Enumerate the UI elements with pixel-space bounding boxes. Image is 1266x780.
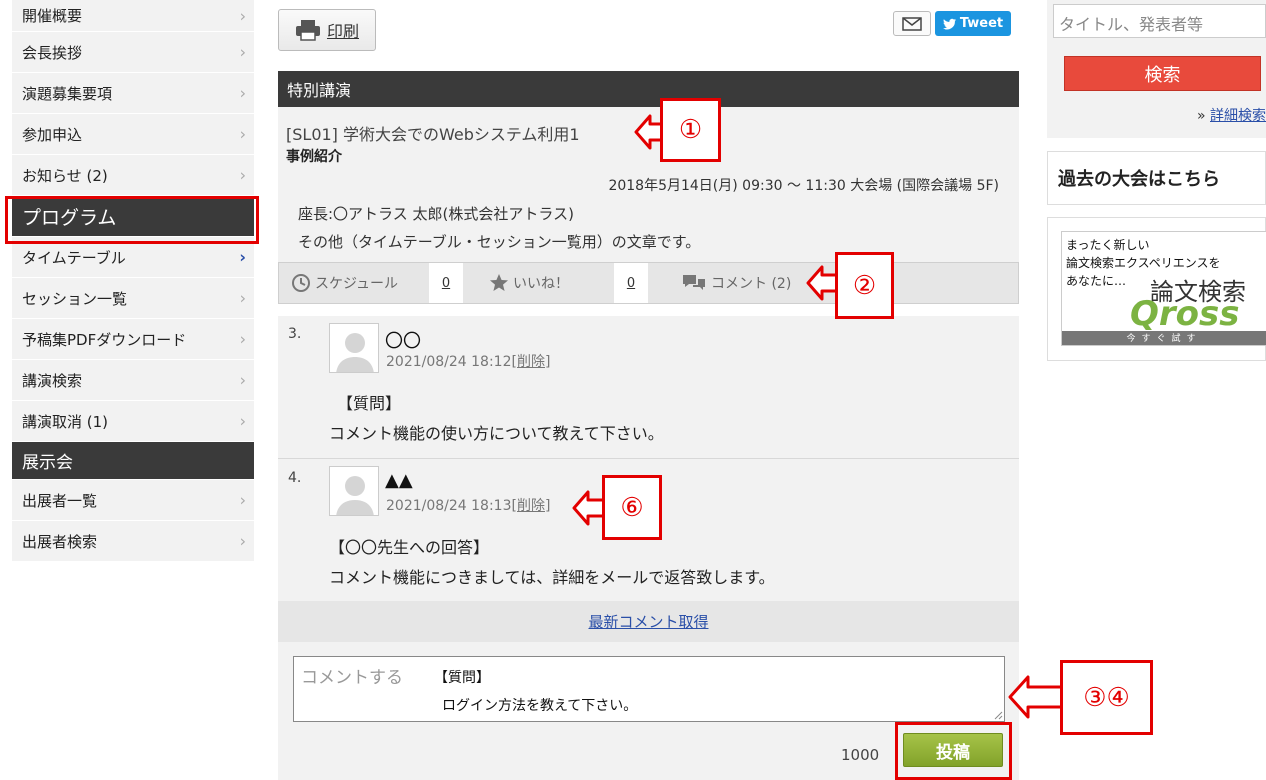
qross-logo: Qross — [1130, 294, 1240, 334]
sidebar-item-exhibitor-list[interactable]: 出展者一覧 › — [12, 480, 254, 521]
sidebar: 開催概要 › 会長挨拶 › 演題募集要項 › 参加申込 › お知らせ (2) › プログラ… — [5, 0, 259, 562]
comment-body: 【〇〇先生への回答】 コメント機能につきましては、詳細をメールで返答致します。 — [329, 538, 775, 587]
sidebar-item-greeting[interactable]: 会長挨拶 › — [12, 32, 254, 73]
section-header: 特別講演 — [278, 71, 1019, 107]
chevron-right-icon: › — [239, 288, 246, 308]
sidebar-section-exhibition: 展示会 — [12, 442, 254, 480]
annotation-arrow-left-icon — [572, 490, 606, 526]
session-datetime: 2018年5月14日(月) 09:30 ～ 11:30 大会場 (国際会議場 5… — [608, 178, 999, 194]
session-title: [SL01] 学術大会でのWebシステム利用1 — [286, 125, 580, 144]
mail-icon — [902, 16, 922, 31]
schedule-count[interactable]: 0 — [429, 263, 463, 303]
comment-author: 〇〇 — [385, 331, 421, 352]
annotation-2: ② — [835, 252, 894, 319]
chevron-right-icon: › — [239, 165, 246, 185]
sidebar-item-lecture-cancel[interactable]: 講演取消 (1) › — [12, 401, 254, 442]
twitter-bird-icon — [942, 18, 956, 29]
avatar — [329, 323, 379, 373]
print-button[interactable]: 印刷 — [278, 9, 376, 51]
banner-container: まったく新しい 論文検索エクスペリエンスを あなたに… 論文検索 Qross 今… — [1047, 217, 1266, 361]
schedule-button[interactable]: スケジュール — [291, 263, 398, 303]
sidebar-item-call-for-papers[interactable]: 演題募集要項 › — [12, 73, 254, 114]
delete-link[interactable]: [削除] — [512, 498, 551, 514]
session-chair: 座長:〇アトラス 太郎(株式会社アトラス) — [298, 205, 574, 223]
annotation-6: ⑥ — [602, 475, 662, 540]
sidebar-item-news[interactable]: お知らせ (2) › — [12, 155, 254, 196]
tweet-button[interactable]: Tweet — [935, 11, 1011, 36]
search-panel: タイトル、発表者等 検索 » 詳細検索 — [1047, 0, 1266, 138]
past-conferences-link[interactable]: 過去の大会はこちら — [1047, 151, 1266, 205]
user-silhouette-icon — [336, 476, 374, 515]
chevron-right-icon: › — [239, 6, 246, 25]
chevron-right-icon: › — [239, 124, 246, 144]
comment-number: 4. — [288, 470, 302, 486]
user-silhouette-icon — [336, 333, 374, 372]
chevron-right-icon: › — [239, 490, 246, 510]
comment-divider — [278, 458, 1019, 459]
resize-handle-icon[interactable] — [993, 710, 1003, 720]
session-other-text: その他（タイムテーブル・セッション一覧用）の文章です。 — [298, 233, 701, 251]
sidebar-item-timetable[interactable]: タイムテーブル › — [12, 237, 254, 278]
mail-share-button[interactable] — [893, 11, 931, 36]
chevron-right-icon: › — [239, 247, 246, 267]
comment-body: 【質問】 コメント機能の使い方について教えて下さい。 — [329, 394, 664, 443]
chevron-right-icon: › — [239, 531, 246, 551]
star-icon — [490, 274, 508, 291]
sidebar-item-registration[interactable]: 参加申込 › — [12, 114, 254, 155]
sidebar-item-program[interactable]: プログラム — [12, 196, 254, 237]
comment-date: 2021/08/24 18:12[削除] — [386, 354, 551, 370]
chevron-right-icon: › — [239, 83, 246, 103]
share-buttons: Tweet — [893, 11, 1011, 36]
sidebar-item-lecture-search[interactable]: 講演検索 › — [12, 360, 254, 401]
advanced-search-link[interactable]: 詳細検索 — [1210, 108, 1266, 124]
comment-value-line2: ログイン方法を教えて下さい。 — [442, 698, 638, 714]
search-input[interactable]: タイトル、発表者等 — [1053, 4, 1266, 38]
chevron-right-icon: › — [239, 370, 246, 390]
session-subtitle: 事例紹介 — [286, 149, 342, 165]
sidebar-item-pdf-download[interactable]: 予稿集PDFダウンロード › — [12, 319, 254, 360]
annotation-3-4: ③④ — [1060, 660, 1153, 735]
avatar — [329, 466, 379, 516]
sidebar-item-exhibitor-search[interactable]: 出展者検索 › — [12, 521, 254, 562]
comment-button[interactable]: コメント (2) — [681, 263, 791, 303]
char-count: 1000 — [841, 746, 880, 764]
like-button[interactable]: いいね！ — [489, 263, 569, 303]
search-button[interactable]: 検索 — [1064, 56, 1261, 91]
chevron-right-icon: › — [239, 329, 246, 349]
chevron-right-icon: › — [239, 42, 246, 62]
highlight-box-post — [895, 722, 1012, 780]
comment-list: 3. 〇〇 2021/08/24 18:12[削除] 【質問】 コメント機能の使… — [278, 316, 1019, 601]
sidebar-item-session-list[interactable]: セッション一覧 › — [12, 278, 254, 319]
comment-number: 3. — [288, 326, 302, 342]
clock-icon — [292, 274, 310, 292]
like-count[interactable]: 0 — [614, 263, 648, 303]
printer-icon — [295, 20, 320, 41]
fetch-latest-comments-link[interactable]: 最新コメント取得 — [278, 601, 1019, 642]
advanced-search: » 詳細検索 — [1196, 108, 1266, 124]
action-bar: スケジュール 0 いいね！ 0 コメント (2) — [278, 262, 1019, 304]
delete-link[interactable]: [削除] — [512, 354, 551, 370]
sidebar-item-overview[interactable]: 開催概要 › — [12, 0, 254, 32]
comment-placeholder: コメントする — [301, 668, 403, 688]
comment-bubbles-icon — [683, 275, 705, 290]
comment-author: ▲▲ — [385, 470, 413, 491]
comment-textarea[interactable]: コメントする 【質問】 ログイン方法を教えて下さい。 — [293, 656, 1005, 722]
comment-date: 2021/08/24 18:13[削除] — [386, 498, 551, 514]
annotation-arrow-left-icon — [1008, 675, 1064, 719]
comment-value-line1: 【質問】 — [434, 670, 490, 686]
chevron-right-icon: › — [239, 411, 246, 431]
qross-banner[interactable]: まったく新しい 論文検索エクスペリエンスを あなたに… 論文検索 Qross 今… — [1061, 231, 1266, 346]
annotation-arrow-left-icon — [806, 265, 838, 301]
annotation-1: ① — [660, 98, 721, 162]
